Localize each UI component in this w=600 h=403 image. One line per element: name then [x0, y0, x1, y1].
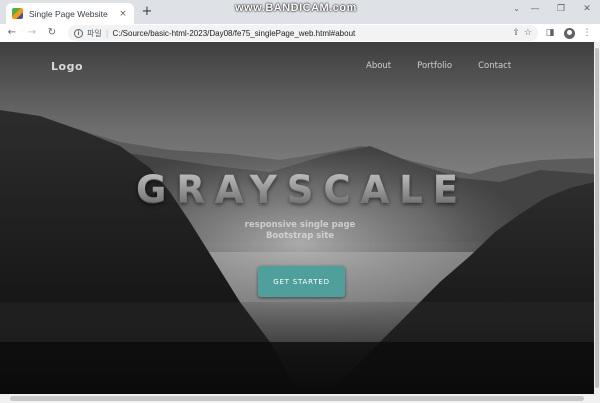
hero-title: GRAYSCALE — [0, 168, 594, 212]
recording-watermark: www.BANDICAM.com — [235, 2, 357, 14]
page-viewport: Logo About Portfolio Contact GRAYSCALE r… — [0, 42, 594, 394]
browser-tab[interactable]: Single Page Website × — [6, 3, 134, 24]
url-text[interactable]: C:/Source/basic-html-2023/Day08/fe75_sin… — [112, 29, 508, 38]
tab-close-icon[interactable]: × — [118, 9, 128, 19]
restore-icon[interactable]: ❐ — [548, 0, 574, 18]
site-nav: About Portfolio Contact — [366, 61, 537, 71]
minimize-icon[interactable]: — — [522, 0, 548, 18]
vertical-scrollbar[interactable] — [594, 42, 600, 394]
share-icon[interactable]: ⇪ — [512, 28, 520, 38]
window-controls: — ❐ ✕ — [522, 0, 600, 22]
side-panel-icon[interactable]: ◨ — [542, 25, 558, 41]
horizontal-scrollbar-thumb[interactable] — [10, 396, 584, 401]
star-icon[interactable]: ☆ — [524, 28, 532, 38]
tab-search-icon[interactable]: ⌄ — [513, 4, 520, 13]
nav-link-about[interactable]: About — [366, 61, 391, 71]
browser-toolbar: ← → ↻ i 파일 | C:/Source/basic-html-2023/D… — [0, 24, 600, 42]
hero-background-image — [0, 42, 594, 394]
new-tab-button[interactable]: + — [140, 5, 154, 19]
nav-link-portfolio[interactable]: Portfolio — [417, 61, 452, 71]
close-window-icon[interactable]: ✕ — [574, 0, 600, 18]
horizontal-scrollbar[interactable] — [0, 394, 600, 403]
profile-icon[interactable] — [564, 27, 575, 39]
reload-icon[interactable]: ↻ — [44, 25, 60, 41]
nav-link-contact[interactable]: Contact — [478, 61, 511, 71]
arrow-left-icon[interactable]: ← — [4, 25, 20, 41]
get-started-button[interactable]: GET STARTED — [258, 266, 345, 297]
favicon-icon — [12, 8, 23, 19]
arrow-right-icon[interactable]: → — [24, 25, 40, 41]
file-scheme-label: 파일 — [87, 28, 102, 38]
tab-title: Single Page Website — [29, 8, 108, 19]
info-icon[interactable]: i — [74, 28, 83, 38]
address-bar[interactable]: i 파일 | C:/Source/basic-html-2023/Day08/f… — [68, 25, 538, 41]
hero-subtitle: responsive single page Bootstrap site — [244, 220, 356, 241]
site-logo[interactable]: Logo — [51, 60, 83, 73]
address-separator: | — [105, 28, 109, 38]
tab-strip: Single Page Website × + www.BANDICAM.com… — [0, 0, 600, 24]
vertical-scrollbar-thumb[interactable] — [595, 48, 599, 388]
kebab-menu-icon[interactable]: ⋮ — [579, 25, 595, 41]
